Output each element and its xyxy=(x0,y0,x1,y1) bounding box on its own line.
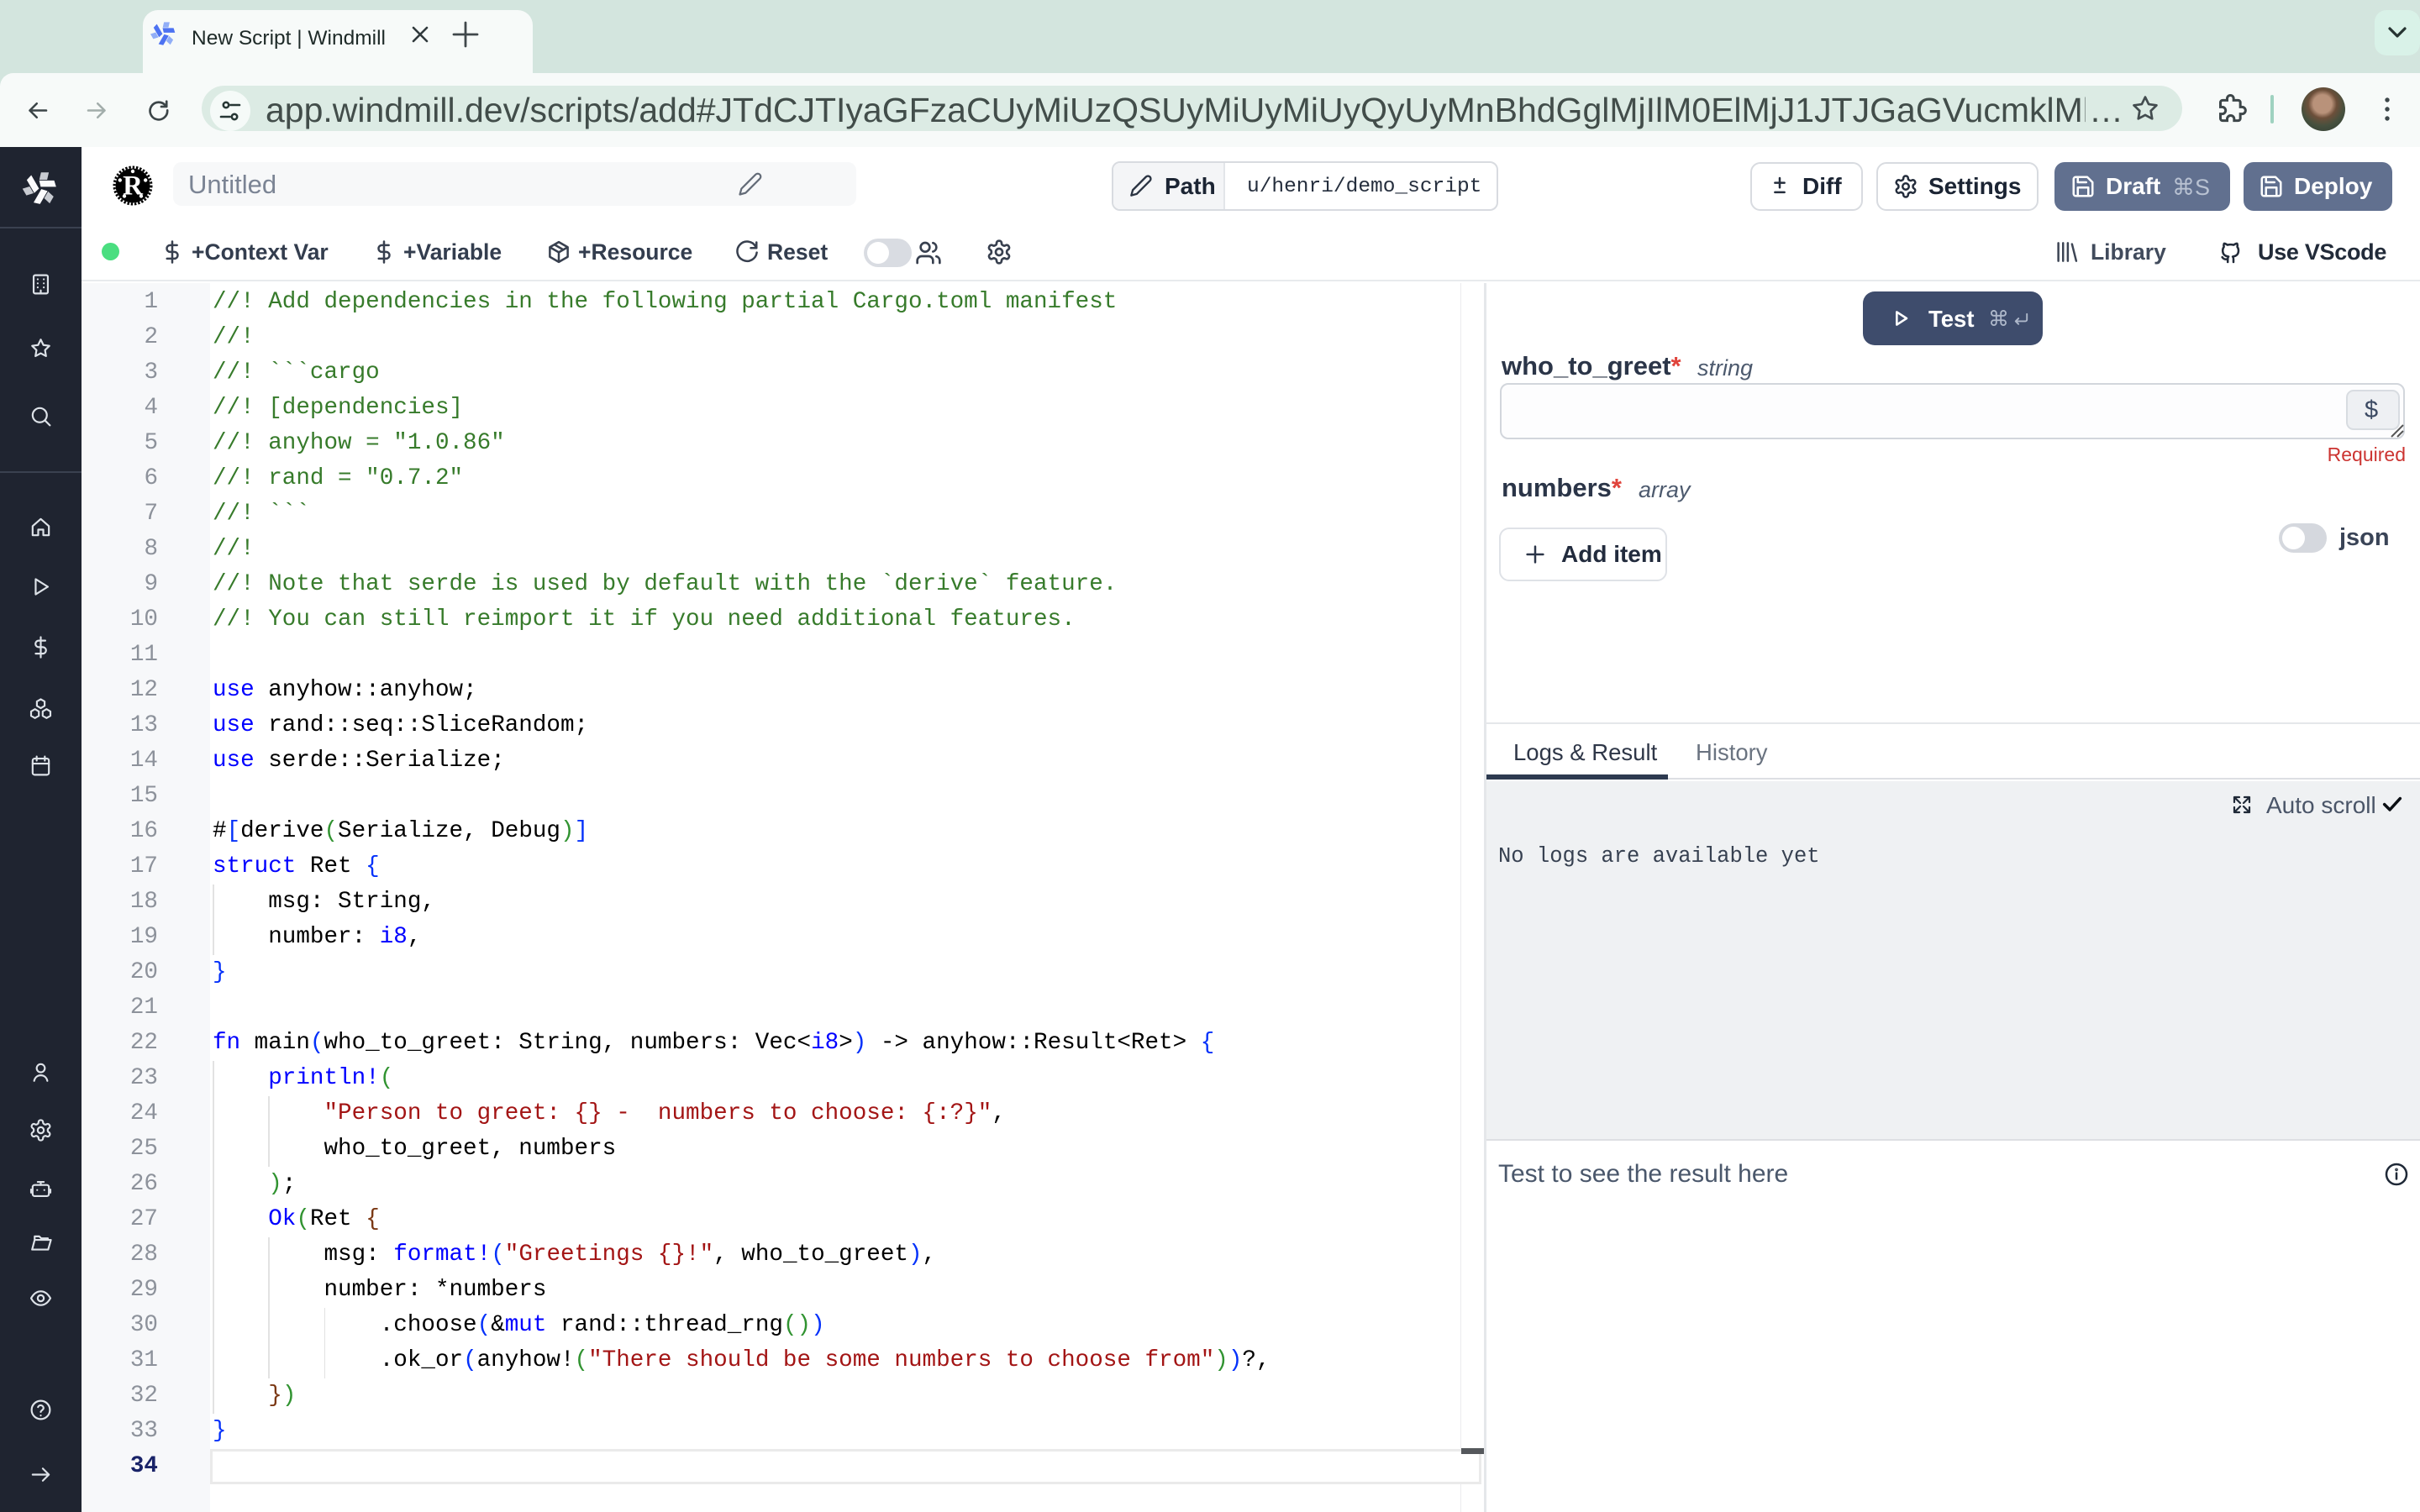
svg-text:R: R xyxy=(123,171,144,202)
